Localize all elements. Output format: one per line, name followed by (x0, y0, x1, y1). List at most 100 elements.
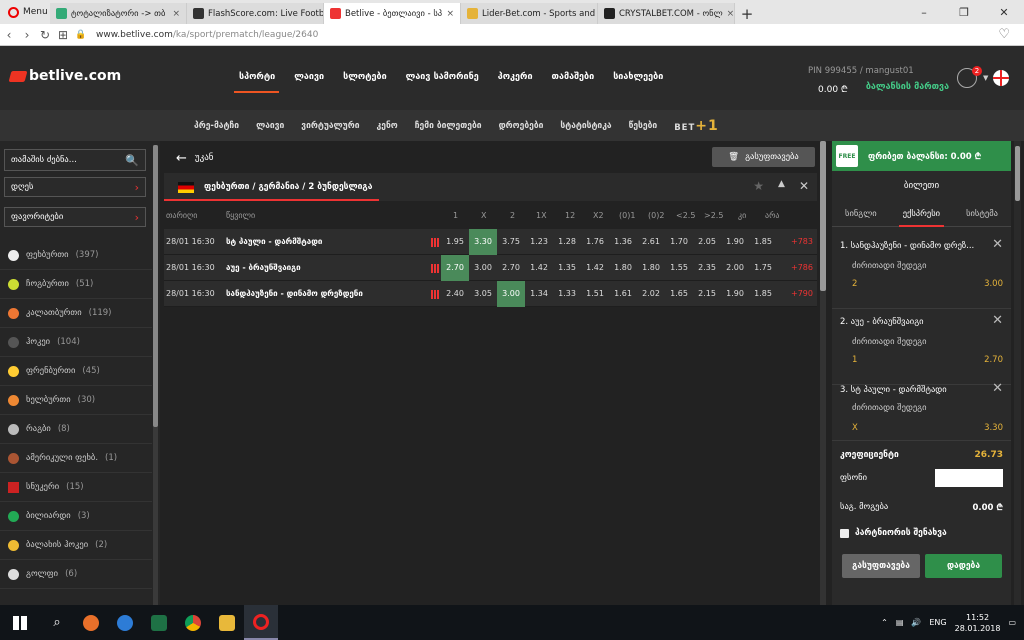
subnav-virtual[interactable]: ვირტუალური (301, 121, 359, 131)
sport-item[interactable]: გოლფი (6) (0, 560, 152, 589)
reload-icon[interactable]: ↻ (36, 28, 54, 42)
firefox-icon[interactable] (74, 605, 108, 640)
more-markets-link[interactable]: +783 (791, 229, 813, 255)
place-bet-button[interactable]: დადება (925, 554, 1002, 578)
windows-start-icon[interactable] (0, 605, 40, 640)
odd-cell[interactable]: 1.70 (665, 229, 693, 255)
odd-cell[interactable]: 2.61 (637, 229, 665, 255)
volume-icon[interactable]: 🔊 (911, 618, 921, 627)
odd-cell[interactable]: 1.90 (721, 229, 749, 255)
odd-cell[interactable]: 3.30 (469, 229, 497, 255)
subnav-live[interactable]: ლაივი (256, 121, 284, 131)
odd-cell[interactable]: 2.40 (441, 281, 469, 307)
odd-cell[interactable]: 2.35 (693, 255, 721, 281)
close-icon[interactable]: ✕ (799, 179, 809, 193)
language-flag-icon[interactable] (993, 70, 1009, 86)
remove-bet-icon[interactable]: ✕ (992, 313, 1003, 328)
nav-news[interactable]: სიახლეები (608, 72, 677, 92)
nav-games[interactable]: თამაშები (547, 72, 609, 92)
odd-cell[interactable]: 1.61 (609, 281, 637, 307)
nav-slots[interactable]: სლოტები (338, 72, 401, 92)
subnav-my-bets[interactable]: ჩემი ბილეთები (415, 121, 482, 131)
stats-icon[interactable] (431, 238, 439, 247)
tab-system[interactable]: სისტემა (962, 207, 1002, 227)
browser-tab[interactable]: Lider-Bet.com - Sports and× (461, 3, 598, 24)
chevron-down-icon[interactable]: ▼ (983, 74, 988, 82)
bookmark-heart-icon[interactable]: ♡ (998, 27, 1010, 42)
odd-cell[interactable]: 1.36 (609, 229, 637, 255)
odd-cell[interactable]: 2.15 (693, 281, 721, 307)
star-icon[interactable]: ★ (753, 179, 764, 193)
sport-item[interactable]: კალათბურთი (119) (0, 299, 152, 328)
browser-tab[interactable]: FlashScore.com: Live Footb× (187, 3, 324, 24)
bet1-logo[interactable]: BET+1 (674, 118, 719, 134)
odd-cell[interactable]: 1.42 (525, 255, 553, 281)
odd-cell[interactable]: 2.00 (721, 255, 749, 281)
sport-item[interactable]: ჰოკეი (104) (0, 328, 152, 357)
tab-close-icon[interactable]: × (446, 9, 454, 19)
language-indicator[interactable]: ENG (929, 618, 946, 627)
slip-clear-button[interactable]: გასუფთავება (842, 554, 920, 578)
nav-sports[interactable]: სპორტი (234, 72, 289, 93)
sidebar-scrollbar[interactable] (153, 145, 158, 605)
event-search-input[interactable]: თამაშის ძებნა... 🔍 (4, 149, 146, 171)
excel-icon[interactable] (142, 605, 176, 640)
search-icon[interactable]: 🔍 (125, 154, 139, 167)
odd-cell[interactable]: 1.85 (749, 281, 777, 307)
new-tab-button[interactable]: + (735, 3, 759, 24)
match-event[interactable]: სანდჰაუზენი - დინამო დრეზდენი (226, 281, 363, 307)
odd-cell[interactable]: 1.51 (581, 281, 609, 307)
subnav-rules[interactable]: წესები (629, 121, 658, 131)
odd-cell[interactable]: 1.76 (581, 229, 609, 255)
notifications-icon[interactable]: ▭ (1008, 618, 1016, 627)
odd-cell[interactable]: 3.00 (497, 281, 525, 307)
odd-cell[interactable]: 3.05 (469, 281, 497, 307)
close-icon[interactable]: ✕ (984, 0, 1024, 24)
scrollbar-thumb[interactable] (153, 145, 158, 427)
nav-live[interactable]: ლაივი (289, 72, 338, 92)
save-partner-button[interactable]: პარტნიორის შენახვა (840, 528, 947, 538)
subnav-results[interactable]: დროებები (499, 121, 544, 131)
sport-item[interactable]: ხელბურთი (30) (0, 386, 152, 415)
odd-cell[interactable]: 1.85 (749, 229, 777, 255)
tab-express[interactable]: ექსპრესი (898, 207, 945, 227)
favorites-button[interactable]: ფავორიტები › (4, 207, 146, 227)
match-event[interactable]: აუე - ბრაუნშვაიგი (226, 255, 301, 281)
odd-cell[interactable]: 3.75 (497, 229, 525, 255)
opera-menu-button[interactable]: Menu (0, 0, 50, 24)
minimize-icon[interactable]: – (904, 0, 944, 24)
opera-taskbar-icon[interactable] (244, 605, 278, 640)
subnav-prematch[interactable]: პრე-მატჩი (194, 121, 239, 131)
browser-tab[interactable]: ტოტალიზატორი -> თბ × (50, 3, 187, 24)
clear-button[interactable]: 🗑 გასუფთავება (712, 147, 815, 167)
odd-cell[interactable]: 3.00 (469, 255, 497, 281)
odd-cell[interactable]: 2.70 (497, 255, 525, 281)
match-event[interactable]: სტ პაული - დარმშტადი (226, 229, 322, 255)
page-scrollbar[interactable] (1014, 141, 1021, 605)
nav-poker[interactable]: პოკერი (493, 72, 547, 92)
stats-icon[interactable] (431, 264, 439, 273)
odd-cell[interactable]: 1.80 (637, 255, 665, 281)
odd-cell[interactable]: 1.33 (553, 281, 581, 307)
odd-cell[interactable]: 2.70 (441, 255, 469, 281)
folder-icon[interactable] (210, 605, 244, 640)
browser-tab[interactable]: CRYSTALBET.COM - ონლ × (598, 3, 735, 24)
scrollbar-thumb[interactable] (1015, 146, 1020, 201)
remove-bet-icon[interactable]: ✕ (992, 237, 1003, 252)
odd-cell[interactable]: 1.35 (553, 255, 581, 281)
odd-cell[interactable]: 1.55 (665, 255, 693, 281)
back-button[interactable]: ← უკან (176, 151, 213, 166)
remove-bet-icon[interactable]: ✕ (992, 381, 1003, 396)
tray-up-icon[interactable]: ⌃ (881, 618, 888, 627)
odd-cell[interactable]: 1.75 (749, 255, 777, 281)
stake-input[interactable] (935, 469, 1003, 487)
subnav-keno[interactable]: კენო (377, 121, 398, 131)
more-markets-link[interactable]: +786 (791, 255, 813, 281)
search-icon[interactable]: ⌕ (40, 605, 74, 640)
odd-cell[interactable]: 2.05 (693, 229, 721, 255)
odd-cell[interactable]: 1.80 (609, 255, 637, 281)
sport-item[interactable]: რაგბი (8) (0, 415, 152, 444)
odd-cell[interactable]: 1.90 (721, 281, 749, 307)
browser-tab-active[interactable]: Betlive - ბეთლაივი - სპ × (324, 3, 461, 24)
sport-item[interactable]: ბალახის ჰოკეი (2) (0, 531, 152, 560)
